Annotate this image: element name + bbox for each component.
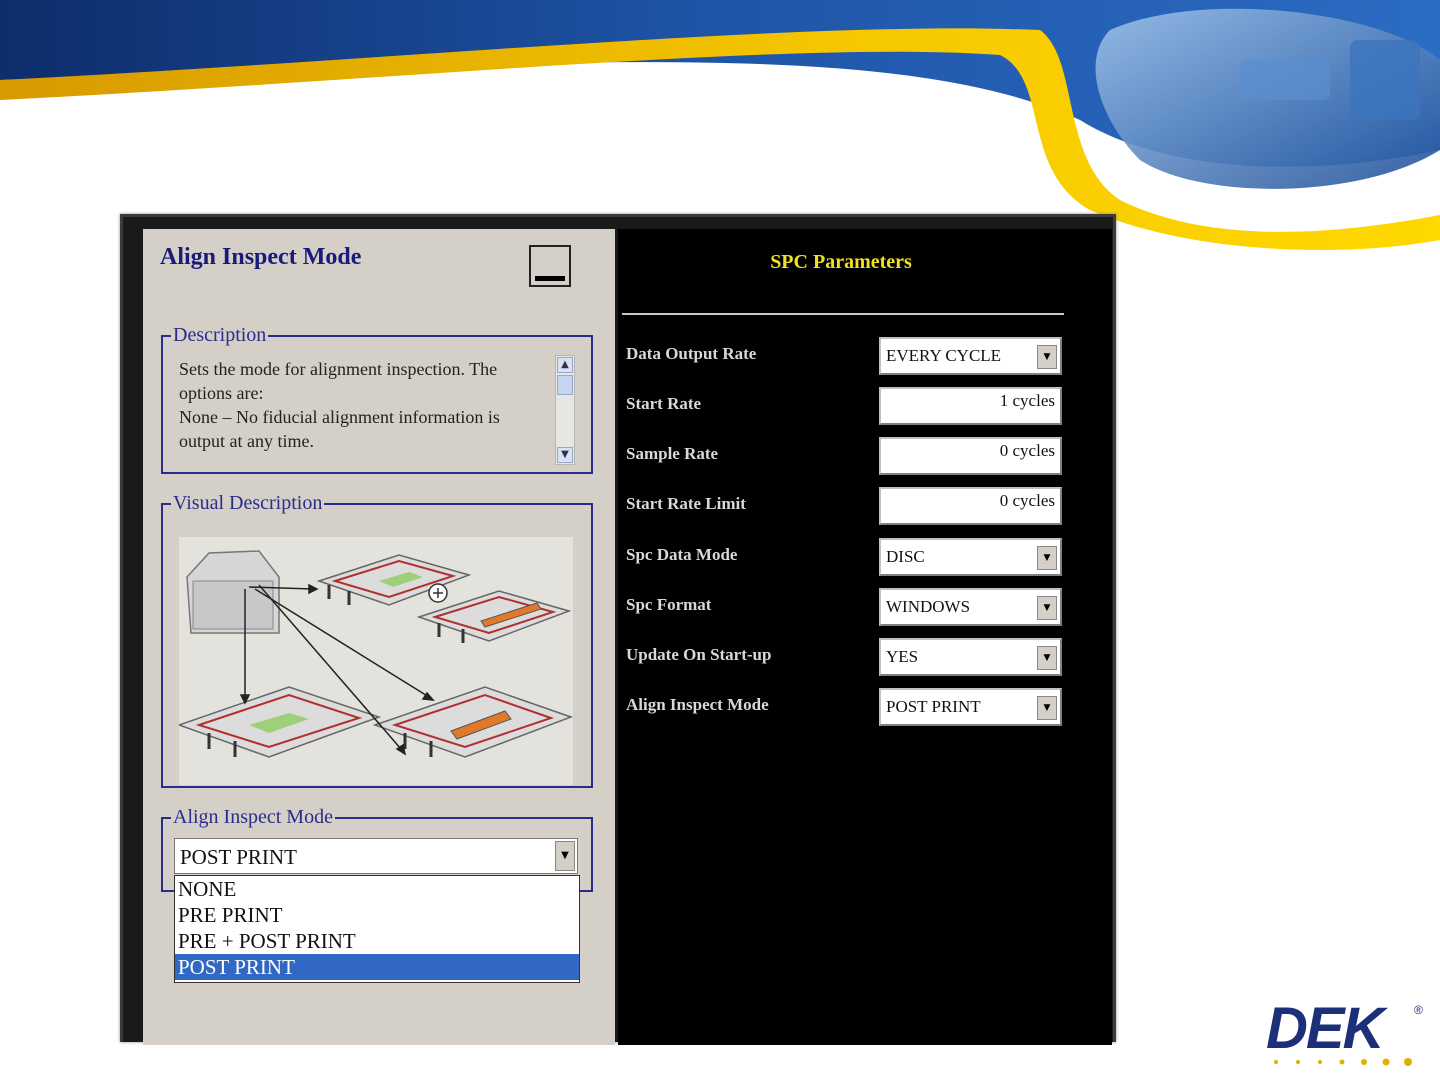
visual-description-legend: Visual Description: [173, 492, 323, 514]
printer-stencil-illustration: [176, 550, 574, 758]
data-output-rate-select[interactable]: EVERY CYCLE ▼: [879, 337, 1062, 375]
description-scrollbar[interactable]: ▲ ▼: [555, 355, 575, 465]
dek-logo-mark: DEK ®: [1266, 996, 1423, 1066]
label-spc-format: Spc Format: [626, 595, 712, 614]
label-update-on-startup: Update On Start-up: [626, 645, 772, 664]
spc-title: SPC Parameters: [770, 251, 912, 273]
align-inspect-mode-legend: Align Inspect Mode: [173, 806, 333, 828]
visual-description-group: Visual Description: [161, 492, 593, 788]
option-post-print[interactable]: POST PRINT: [175, 954, 579, 980]
chevron-down-icon[interactable]: ▼: [1037, 596, 1057, 620]
selected-value: POST PRINT: [180, 845, 297, 869]
description-line: Sets the mode for alignment inspection. …: [179, 359, 498, 403]
chevron-down-icon[interactable]: ▼: [1037, 546, 1057, 570]
spc-format-select[interactable]: WINDOWS ▼: [879, 588, 1062, 626]
description-line: None – No fiducial alignment information…: [179, 407, 500, 451]
title-divider: [622, 313, 1064, 315]
banner-swoosh-graphic: [0, 0, 1440, 250]
spc-data-mode-select[interactable]: DISC ▼: [879, 538, 1062, 576]
field-value: 1 cycles: [999, 391, 1055, 410]
scroll-down-icon[interactable]: ▼: [557, 447, 573, 463]
chevron-down-icon[interactable]: ▼: [1037, 646, 1057, 670]
start-rate-limit-input[interactable]: 0 cycles: [879, 487, 1062, 525]
sample-rate-input[interactable]: 0 cycles: [879, 437, 1062, 475]
option-pre-print[interactable]: PRE PRINT: [175, 902, 579, 928]
svg-text:®: ®: [1414, 1003, 1423, 1017]
chevron-down-icon[interactable]: ▼: [1037, 696, 1057, 720]
field-value: YES: [886, 647, 919, 666]
option-pre-post-print[interactable]: PRE + POST PRINT: [175, 928, 579, 954]
field-value: WINDOWS: [886, 597, 971, 616]
chevron-down-icon[interactable]: ▼: [1037, 345, 1057, 369]
scroll-up-icon[interactable]: ▲: [557, 357, 573, 373]
align-inspect-mode-param-select[interactable]: POST PRINT ▼: [879, 688, 1062, 726]
field-value: 0 cycles: [999, 491, 1055, 510]
minimize-icon: [535, 276, 565, 281]
align-inspect-mode-dropdown-list: NONE PRE PRINT PRE + POST PRINT POST PRI…: [174, 875, 580, 983]
description-legend: Description: [173, 324, 267, 346]
spc-parameters-panel: SPC Parameters Data Output Rate EVERY CY…: [618, 229, 1112, 1045]
field-value: 0 cycles: [999, 441, 1055, 460]
panel-title: Align Inspect Mode: [160, 244, 362, 270]
header-banner: [0, 0, 1440, 250]
label-spc-data-mode: Spc Data Mode: [626, 545, 738, 564]
option-none[interactable]: NONE: [175, 876, 579, 902]
dek-logo: DEK ®: [1262, 996, 1434, 1072]
label-data-output-rate: Data Output Rate: [626, 344, 757, 363]
description-text: Sets the mode for alignment inspection. …: [179, 357, 549, 453]
label-sample-rate: Sample Rate: [626, 444, 719, 463]
start-rate-input[interactable]: 1 cycles: [879, 387, 1062, 425]
label-align-inspect-mode: Align Inspect Mode: [626, 695, 769, 714]
update-on-startup-select[interactable]: YES ▼: [879, 638, 1062, 676]
align-inspect-mode-select[interactable]: POST PRINT ▼: [174, 838, 578, 874]
minimize-button[interactable]: [529, 245, 571, 287]
field-value: POST PRINT: [886, 697, 981, 716]
field-value: DISC: [886, 547, 925, 566]
help-panel: Align Inspect Mode Description Sets the …: [143, 229, 615, 1045]
label-start-rate-limit: Start Rate Limit: [626, 494, 746, 513]
scroll-thumb[interactable]: [557, 375, 573, 395]
application-window: Align Inspect Mode Description Sets the …: [120, 214, 1116, 1045]
field-value: EVERY CYCLE: [886, 346, 1002, 365]
description-group: Description Sets the mode for alignment …: [161, 324, 593, 474]
label-start-rate: Start Rate: [626, 394, 702, 413]
chevron-down-icon[interactable]: ▼: [555, 841, 575, 871]
alignment-diagram-image: [176, 537, 574, 785]
svg-text:DEK: DEK: [1266, 996, 1389, 1061]
